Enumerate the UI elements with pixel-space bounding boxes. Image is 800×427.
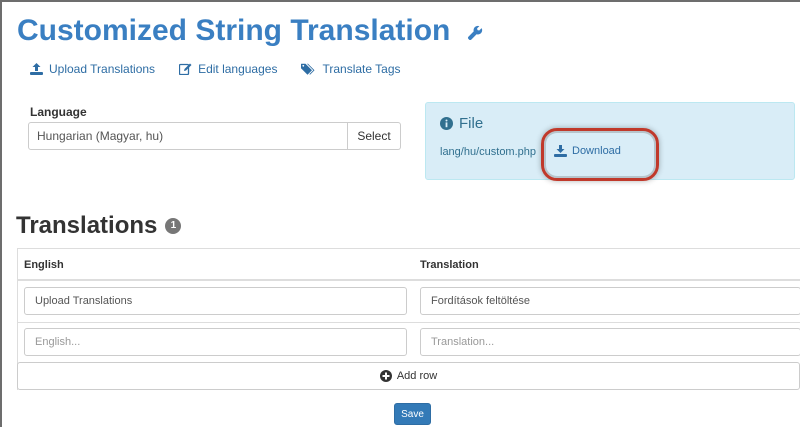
plus-circle-icon — [379, 370, 392, 382]
translate-tags-link[interactable]: Translate Tags — [301, 62, 401, 76]
new-translation-input[interactable] — [420, 328, 800, 356]
upload-translations-link[interactable]: Upload Translations — [30, 62, 155, 76]
file-panel-title: File — [440, 115, 483, 132]
edit-icon — [179, 63, 192, 75]
download-icon — [554, 145, 567, 157]
row-1-english-input[interactable] — [24, 287, 407, 315]
toolbar: Upload Translations Edit languages Trans… — [30, 62, 401, 76]
new-english-input[interactable] — [24, 328, 407, 356]
header-divider — [18, 279, 800, 281]
file-panel: File lang/hu/custom.php Download — [425, 102, 795, 181]
page-title-text: Customized String Translation — [17, 14, 451, 47]
upload-translations-label: Upload Translations — [49, 62, 156, 76]
language-input-group: Select — [28, 122, 401, 150]
column-header-english: English — [24, 259, 64, 271]
file-path: lang/hu/custom.php — [440, 146, 537, 158]
column-header-translation: Translation — [420, 259, 479, 271]
translations-heading: Translations 1 — [16, 212, 182, 240]
language-select-button[interactable]: Select — [348, 122, 401, 150]
tags-icon — [301, 63, 315, 75]
language-label: Language — [30, 105, 87, 119]
language-input[interactable] — [28, 122, 348, 150]
add-row-button[interactable]: Add row — [17, 362, 800, 390]
wrench-icon[interactable] — [467, 15, 483, 49]
file-title-text: File — [459, 115, 484, 132]
row-divider — [18, 322, 800, 323]
translations-count-badge: 1 — [165, 218, 182, 234]
row-1-translation-input[interactable] — [420, 287, 800, 315]
save-button[interactable]: Save — [394, 403, 431, 425]
upload-icon — [30, 63, 43, 75]
translations-heading-text: Translations — [16, 212, 158, 239]
page-title: Customized String Translation — [17, 14, 483, 49]
edit-languages-label: Edit languages — [198, 62, 278, 76]
download-label: Download — [572, 145, 621, 157]
translate-tags-label: Translate Tags — [322, 62, 401, 76]
download-button[interactable]: Download — [554, 145, 621, 157]
add-row-label: Add row — [396, 370, 438, 382]
edit-languages-link[interactable]: Edit languages — [179, 62, 277, 76]
info-icon — [440, 117, 453, 130]
